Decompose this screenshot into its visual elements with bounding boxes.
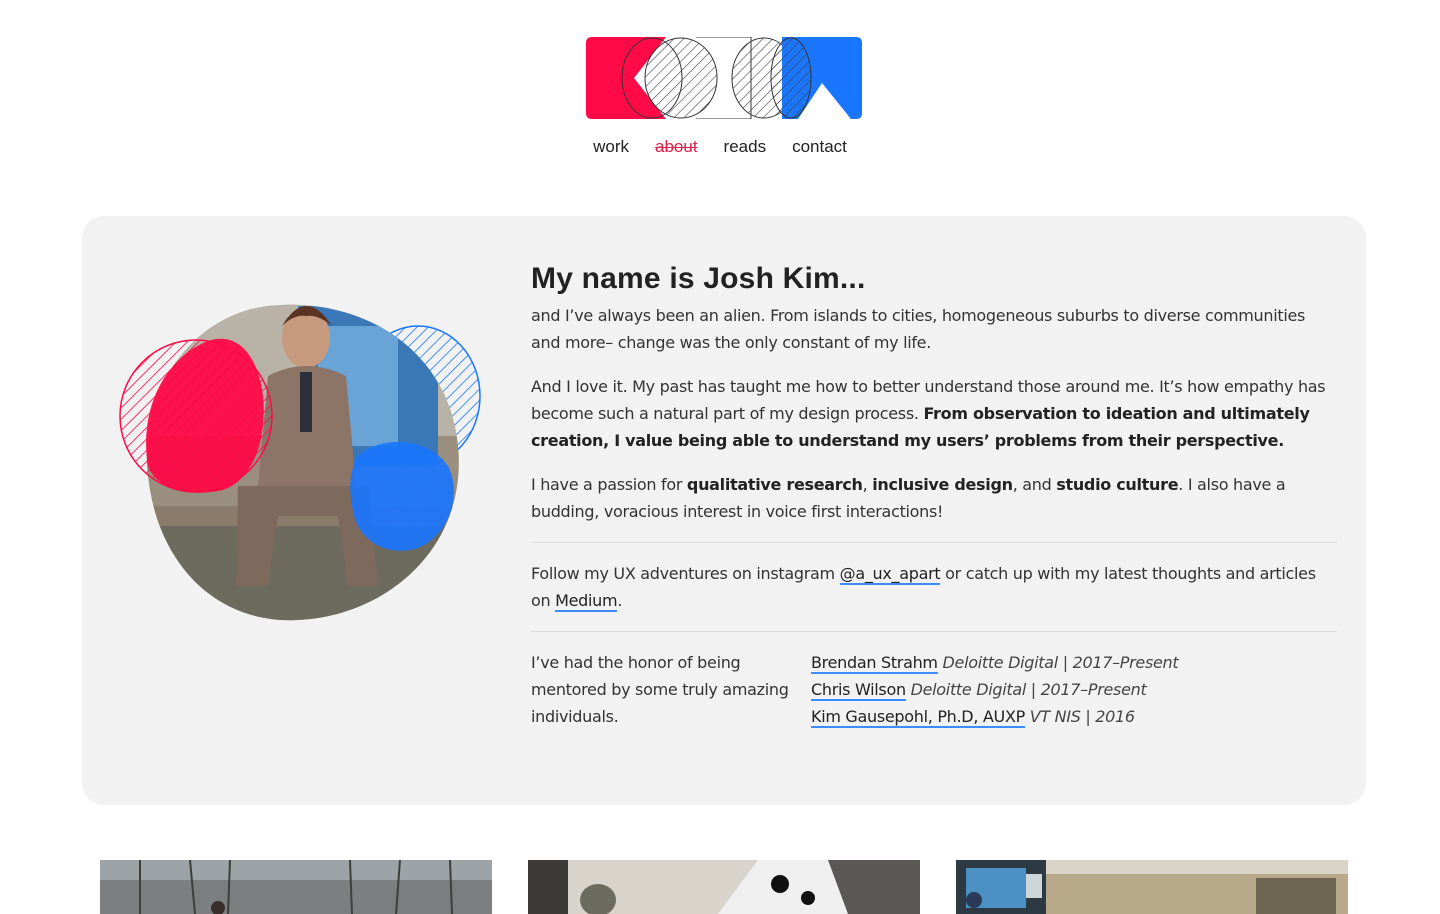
about-paragraph-2: And I love it. My past has taught me how… [531, 373, 1337, 454]
about-content: My name is Josh Kim... and I’ve always b… [531, 262, 1337, 730]
follow-text-a: Follow my UX adventures on instagram [531, 564, 840, 583]
nav-contact[interactable]: contact [792, 137, 847, 157]
mentor-link-chris[interactable]: Chris Wilson [811, 680, 906, 701]
instagram-link[interactable]: @a_ux_apart [839, 564, 941, 585]
about-paragraph-3: I have a passion for qualitative researc… [531, 471, 1337, 525]
site-logo[interactable] [586, 37, 862, 119]
mentor-link-brendan[interactable]: Brendan Strahm [811, 653, 938, 674]
mentor-item: Chris Wilson Deloitte Digital | 2017–Pre… [811, 676, 1178, 703]
gallery-photo-2[interactable] [528, 860, 920, 914]
gallery-photo-1[interactable] [100, 860, 492, 914]
p3-text-e: , and [1012, 475, 1057, 494]
mentor-link-kim[interactable]: Kim Gausepohl, Ph.D, AUXP [811, 707, 1025, 728]
mentors-section: I’ve had the honor of being mentored by … [531, 649, 1337, 730]
about-paragraph-1: and I’ve always been an alien. From isla… [531, 306, 1306, 352]
p3-text-c: , [862, 475, 873, 494]
mentor-role: VT NIS | 2016 [1029, 707, 1135, 726]
mentor-item: Brendan Strahm Deloitte Digital | 2017–P… [811, 649, 1179, 676]
passion-studio-culture: studio culture [1056, 475, 1179, 494]
medium-link[interactable]: Medium [555, 591, 618, 612]
mentor-item: Kim Gausepohl, Ph.D, AUXP VT NIS | 2016 [811, 703, 1178, 730]
main-nav: work about reads contact [0, 137, 1440, 157]
about-heading: My name is Josh Kim... [531, 262, 866, 295]
nav-about[interactable]: about [655, 137, 698, 157]
follow-text-c: . [617, 591, 623, 610]
passion-qualitative-research: qualitative research [686, 475, 863, 494]
mentors-list: Brendan Strahm Deloitte Digital | 2017–P… [811, 649, 1179, 730]
nav-reads[interactable]: reads [724, 137, 767, 157]
mentor-role: Deloitte Digital | 2017–Present [910, 680, 1147, 699]
page: work about reads contact My name is Josh… [0, 0, 1440, 914]
divider-1 [531, 542, 1337, 543]
divider-2 [531, 631, 1337, 632]
profile-portrait [119, 304, 481, 621]
photo-gallery [100, 860, 1348, 914]
follow-paragraph: Follow my UX adventures on instagram @a_… [531, 560, 1337, 614]
passion-inclusive-design: inclusive design [872, 475, 1013, 494]
mentor-role: Deloitte Digital | 2017–Present [942, 653, 1179, 672]
gallery-photo-3[interactable] [956, 860, 1348, 914]
p3-text-a: I have a passion for [531, 475, 687, 494]
nav-work[interactable]: work [593, 137, 629, 157]
mentors-intro: I’ve had the honor of being mentored by … [531, 653, 789, 726]
